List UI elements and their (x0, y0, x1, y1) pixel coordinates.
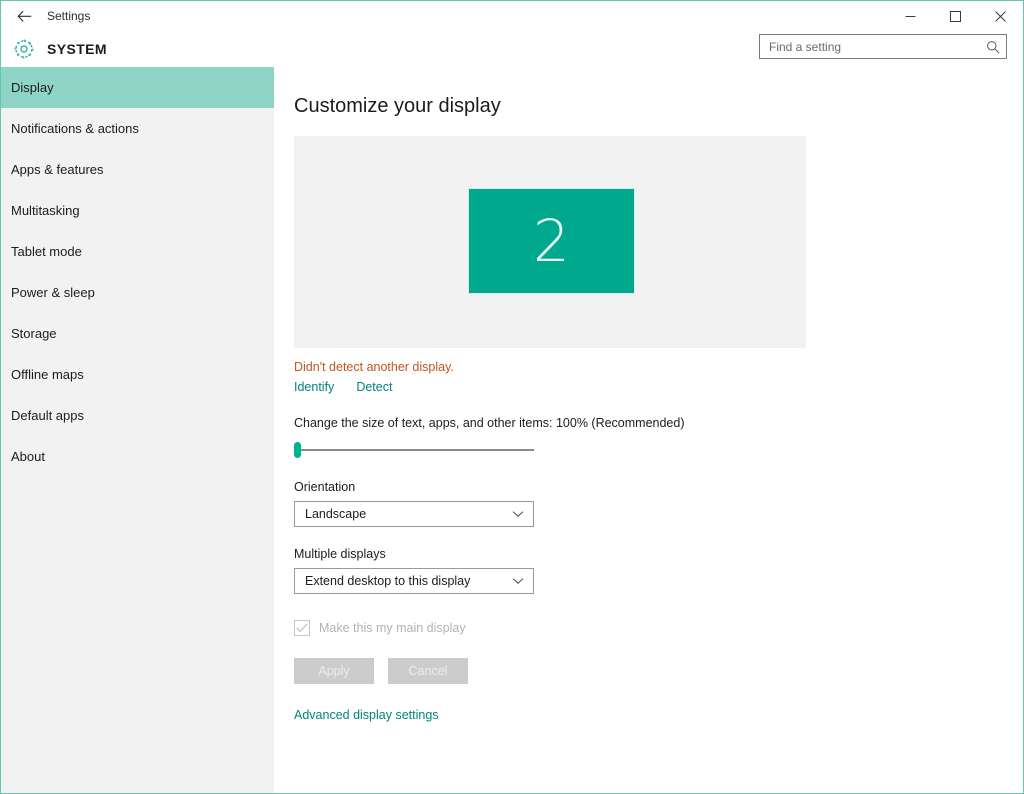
page-title: Customize your display (294, 95, 501, 117)
body: Display Notifications & actions Apps & f… (1, 67, 1023, 793)
sidebar-item-label: About (11, 449, 45, 464)
minimize-icon (905, 15, 916, 17)
sidebar-item-label: Apps & features (11, 162, 104, 177)
sidebar-item-tablet-mode[interactable]: Tablet mode (1, 231, 274, 272)
minimize-button[interactable] (888, 1, 933, 31)
advanced-display-settings-link[interactable]: Advanced display settings (294, 708, 439, 722)
sidebar-item-multitasking[interactable]: Multitasking (1, 190, 274, 231)
sidebar-item-label: Display (11, 80, 54, 95)
slider-track (296, 449, 534, 451)
title-bar: Settings (1, 1, 1023, 31)
main-display-checkbox[interactable] (294, 620, 310, 636)
window-title: Settings (47, 9, 91, 23)
chevron-down-icon (512, 577, 524, 585)
main-display-checkbox-row[interactable]: Make this my main display (294, 620, 1023, 636)
sidebar-item-apps-features[interactable]: Apps & features (1, 149, 274, 190)
sidebar-item-about[interactable]: About (1, 436, 274, 477)
settings-window: Settings SYSTEM Find a setting Display N… (0, 0, 1024, 794)
monitor-number-label: 2 (533, 207, 570, 275)
multiple-displays-label: Multiple displays (294, 547, 386, 561)
maximize-button[interactable] (933, 1, 978, 31)
content-pane: Customize your display 2 Didn't detect a… (274, 67, 1023, 793)
identify-link[interactable]: Identify (294, 380, 334, 394)
arrow-left-icon (16, 10, 31, 22)
sidebar-item-label: Storage (11, 326, 57, 341)
sidebar-item-default-apps[interactable]: Default apps (1, 395, 274, 436)
sidebar-item-label: Offline maps (11, 367, 84, 382)
sidebar-item-storage[interactable]: Storage (1, 313, 274, 354)
sidebar-item-label: Tablet mode (11, 244, 82, 259)
search-box[interactable] (759, 34, 1007, 59)
app-header: SYSTEM (1, 31, 1023, 67)
page-section-title: SYSTEM (47, 41, 107, 57)
detect-link[interactable]: Detect (356, 380, 392, 394)
sidebar-item-notifications-actions[interactable]: Notifications & actions (1, 108, 274, 149)
gear-icon-wrap (1, 38, 47, 60)
orientation-label: Orientation (294, 480, 356, 494)
checkmark-icon (296, 623, 308, 633)
sidebar-item-label: Notifications & actions (11, 121, 139, 136)
close-icon (995, 10, 1006, 22)
gear-icon (14, 39, 34, 59)
close-button[interactable] (978, 1, 1023, 31)
orientation-value: Landscape (305, 507, 367, 521)
sidebar-item-power-sleep[interactable]: Power & sleep (1, 272, 274, 313)
detect-links: Identify Detect (294, 380, 1023, 394)
sidebar: Display Notifications & actions Apps & f… (1, 67, 274, 793)
detect-message: Didn't detect another display. (294, 360, 454, 374)
sidebar-item-display[interactable]: Display (1, 67, 274, 108)
display-preview[interactable]: 2 (294, 136, 806, 348)
maximize-icon (950, 10, 961, 22)
main-display-checkbox-label: Make this my main display (319, 621, 466, 635)
multiple-displays-value: Extend desktop to this display (305, 574, 471, 588)
search-icon (986, 40, 1000, 54)
sidebar-item-label: Multitasking (11, 203, 80, 218)
multiple-displays-dropdown[interactable]: Extend desktop to this display (294, 568, 534, 594)
monitor-tile-2[interactable]: 2 (468, 188, 635, 294)
search-input[interactable] (769, 39, 986, 54)
back-button[interactable] (1, 1, 47, 31)
orientation-dropdown[interactable]: Landscape (294, 501, 534, 527)
slider-thumb[interactable] (294, 442, 301, 458)
sidebar-item-offline-maps[interactable]: Offline maps (1, 354, 274, 395)
scale-slider[interactable] (294, 440, 534, 460)
sidebar-item-label: Default apps (11, 408, 84, 423)
cancel-button[interactable]: Cancel (388, 658, 468, 684)
chevron-down-icon (512, 510, 524, 518)
window-controls (888, 1, 1023, 31)
apply-button[interactable]: Apply (294, 658, 374, 684)
action-buttons: Apply Cancel (294, 658, 1023, 684)
sidebar-item-label: Power & sleep (11, 285, 95, 300)
scale-label: Change the size of text, apps, and other… (294, 416, 685, 430)
